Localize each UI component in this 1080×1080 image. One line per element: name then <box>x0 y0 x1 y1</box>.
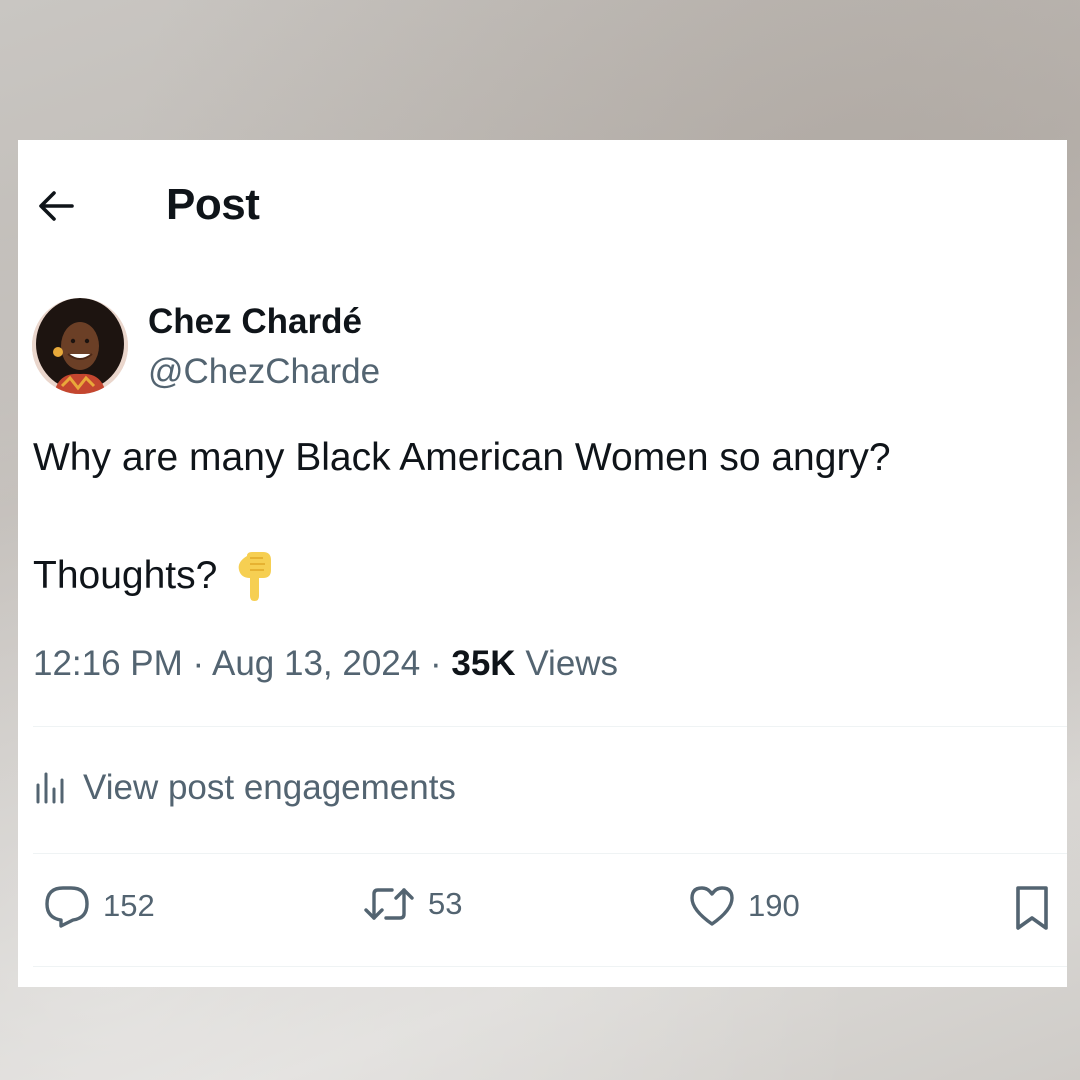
back-button[interactable] <box>34 186 78 226</box>
post-text-line-1: Why are many Black American Women so ang… <box>33 436 891 479</box>
repost-icon <box>364 888 414 920</box>
post-text-line-2: Thoughts? <box>33 550 277 602</box>
backhand-index-pointing-down-emoji <box>238 552 272 601</box>
repost-count: 53 <box>428 886 463 921</box>
divider <box>33 966 1067 967</box>
post-text-thoughts: Thoughts? <box>33 554 218 597</box>
reply-button[interactable]: 152 <box>43 884 155 928</box>
analytics-bars-icon <box>36 772 64 804</box>
page-title: Post <box>166 180 260 229</box>
author-name[interactable]: Chez Chardé <box>148 302 362 342</box>
views-label: Views <box>525 644 619 683</box>
bookmark-icon <box>1016 886 1048 930</box>
arrow-left-icon <box>39 191 74 221</box>
heart-icon <box>690 886 734 926</box>
divider <box>33 726 1067 727</box>
avatar[interactable] <box>32 298 128 394</box>
like-button[interactable]: 190 <box>688 884 800 928</box>
repost-button[interactable]: 53 <box>362 884 462 924</box>
view-engagements-label: View post engagements <box>83 768 456 807</box>
meta-separator: · <box>192 644 205 683</box>
reply-count: 152 <box>103 888 155 923</box>
like-count: 190 <box>748 888 800 923</box>
post-date[interactable]: Aug 13, 2024 <box>212 644 420 683</box>
author-handle[interactable]: @ChezCharde <box>148 352 380 392</box>
divider <box>33 853 1067 854</box>
avatar-image <box>32 298 128 394</box>
reply-icon <box>45 886 89 928</box>
bookmark-button[interactable] <box>1012 884 1052 932</box>
views-count: 35K <box>451 644 516 683</box>
view-engagements-link[interactable]: View post engagements <box>33 768 456 808</box>
post-meta: 12:16 PM · Aug 13, 2024 · 35K Views <box>33 644 618 684</box>
meta-separator: · <box>429 644 442 683</box>
post-time[interactable]: 12:16 PM <box>33 644 183 683</box>
